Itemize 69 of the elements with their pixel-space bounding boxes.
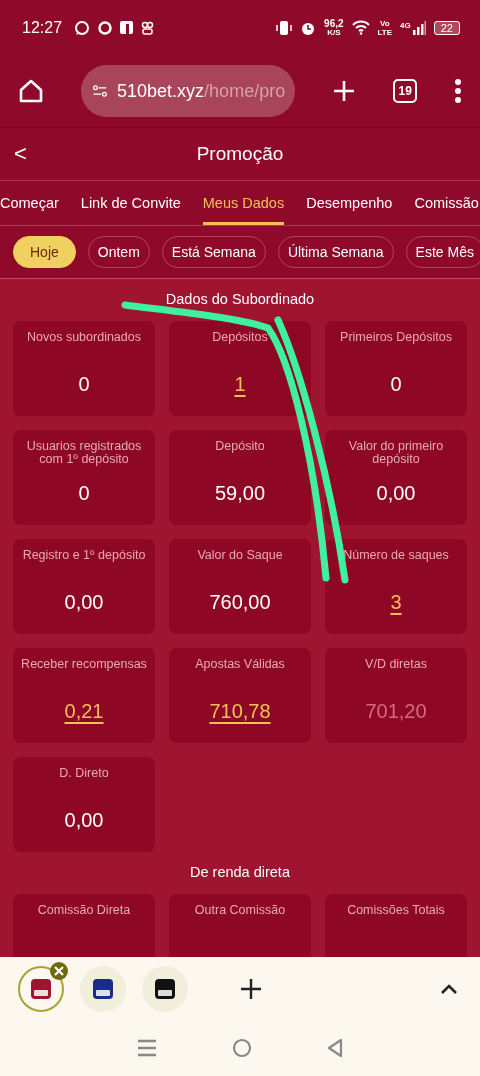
tab-thumbnail[interactable] — [80, 965, 126, 1012]
tune-icon — [93, 82, 108, 100]
stat-label: Apostas Válidas — [195, 658, 285, 673]
stat-value: 0 — [78, 373, 90, 396]
lte-label: LTE — [377, 27, 393, 37]
back-button[interactable]: < — [14, 141, 38, 167]
period-filter[interactable]: Hoje — [13, 236, 76, 268]
page-title: Promoção — [196, 143, 284, 165]
stat-link[interactable]: 3 — [390, 591, 402, 614]
stat-value: 760,00 — [209, 591, 271, 614]
stat-link[interactable]: 710,78 — [209, 700, 271, 723]
stat-label: Receber recompensas — [21, 658, 147, 673]
stat-label: Comissão Direta — [37, 904, 131, 919]
speed-unit: K/S — [327, 27, 341, 37]
stat-label: Depósito — [215, 440, 265, 455]
plus-icon[interactable] — [240, 977, 262, 1000]
chat-bubble-icon — [74, 19, 91, 36]
back-triangle-icon[interactable] — [326, 1038, 343, 1058]
stat-value: 0 — [78, 482, 90, 505]
network-type: 4G — [400, 20, 411, 30]
people-icon — [141, 20, 155, 35]
stat-value: 0,00 — [64, 591, 104, 614]
site-logo-icon — [31, 978, 51, 999]
battery-level: 22 — [433, 20, 460, 35]
wifi-icon — [351, 20, 370, 35]
stat-label: Número de saques — [343, 549, 449, 564]
stat-label: D. Direto — [59, 767, 109, 782]
chevron-up-icon[interactable] — [440, 982, 458, 995]
nav-tab[interactable]: Link de Convite — [80, 181, 181, 225]
volte-label: Vo — [380, 18, 390, 28]
section-title: De renda direta — [189, 863, 291, 882]
stat-label: Valor do primeiro depósito — [347, 440, 445, 468]
stat-value: 59,00 — [214, 482, 266, 505]
signal-icon — [411, 20, 426, 35]
stat-value: 0,00 — [64, 809, 104, 832]
nav-tab[interactable]: Desempenho — [306, 181, 393, 225]
status-time: 12:27 — [22, 18, 63, 37]
vibrate-icon — [276, 19, 293, 36]
stat-label: V/D diretas — [365, 658, 427, 673]
stat-link[interactable]: 1 — [234, 373, 246, 396]
stat-value: 0,00 — [376, 482, 416, 505]
stat-label: Depósitos — [212, 331, 268, 346]
nav-tab[interactable]: Comissão — [414, 181, 479, 225]
site-logo-icon — [155, 978, 175, 999]
home-icon[interactable] — [18, 78, 44, 104]
stat-label: Valor do Saque — [197, 549, 283, 564]
menu-icon[interactable] — [137, 1039, 158, 1057]
stat-label: Usuarios registrados com 1º depósito — [25, 440, 143, 468]
stat-value: 701,20 — [365, 700, 427, 723]
close-icon[interactable] — [50, 961, 68, 980]
site-logo-icon — [93, 978, 113, 999]
home-circle-icon[interactable] — [232, 1038, 252, 1058]
stat-label: Comissões Totais — [347, 904, 445, 919]
tab-thumbnail[interactable] — [142, 965, 188, 1012]
nav-tab[interactable]: Começar — [0, 181, 59, 225]
more-menu-icon[interactable] — [454, 79, 462, 103]
stat-link[interactable]: 0,21 — [64, 700, 104, 723]
stat-label: Primeiros Depósitos — [340, 331, 452, 346]
square-app-icon — [120, 21, 134, 34]
stat-value: 0 — [390, 373, 402, 396]
stat-label: Novos subordinados — [27, 331, 141, 346]
tab-count-button[interactable]: 19 — [393, 79, 417, 103]
address-bar[interactable]: 510bet.xyz/home/pro — [81, 65, 296, 117]
network-speed: 96,2 — [324, 18, 344, 28]
section-title: Dados do Subordinado — [164, 290, 316, 309]
stat-label: Registro e 1º depósito — [22, 549, 146, 564]
ring-icon — [98, 20, 113, 35]
url-text: 510bet.xyz/home/pro — [117, 80, 286, 102]
stat-label: Outra Comissão — [194, 904, 286, 919]
